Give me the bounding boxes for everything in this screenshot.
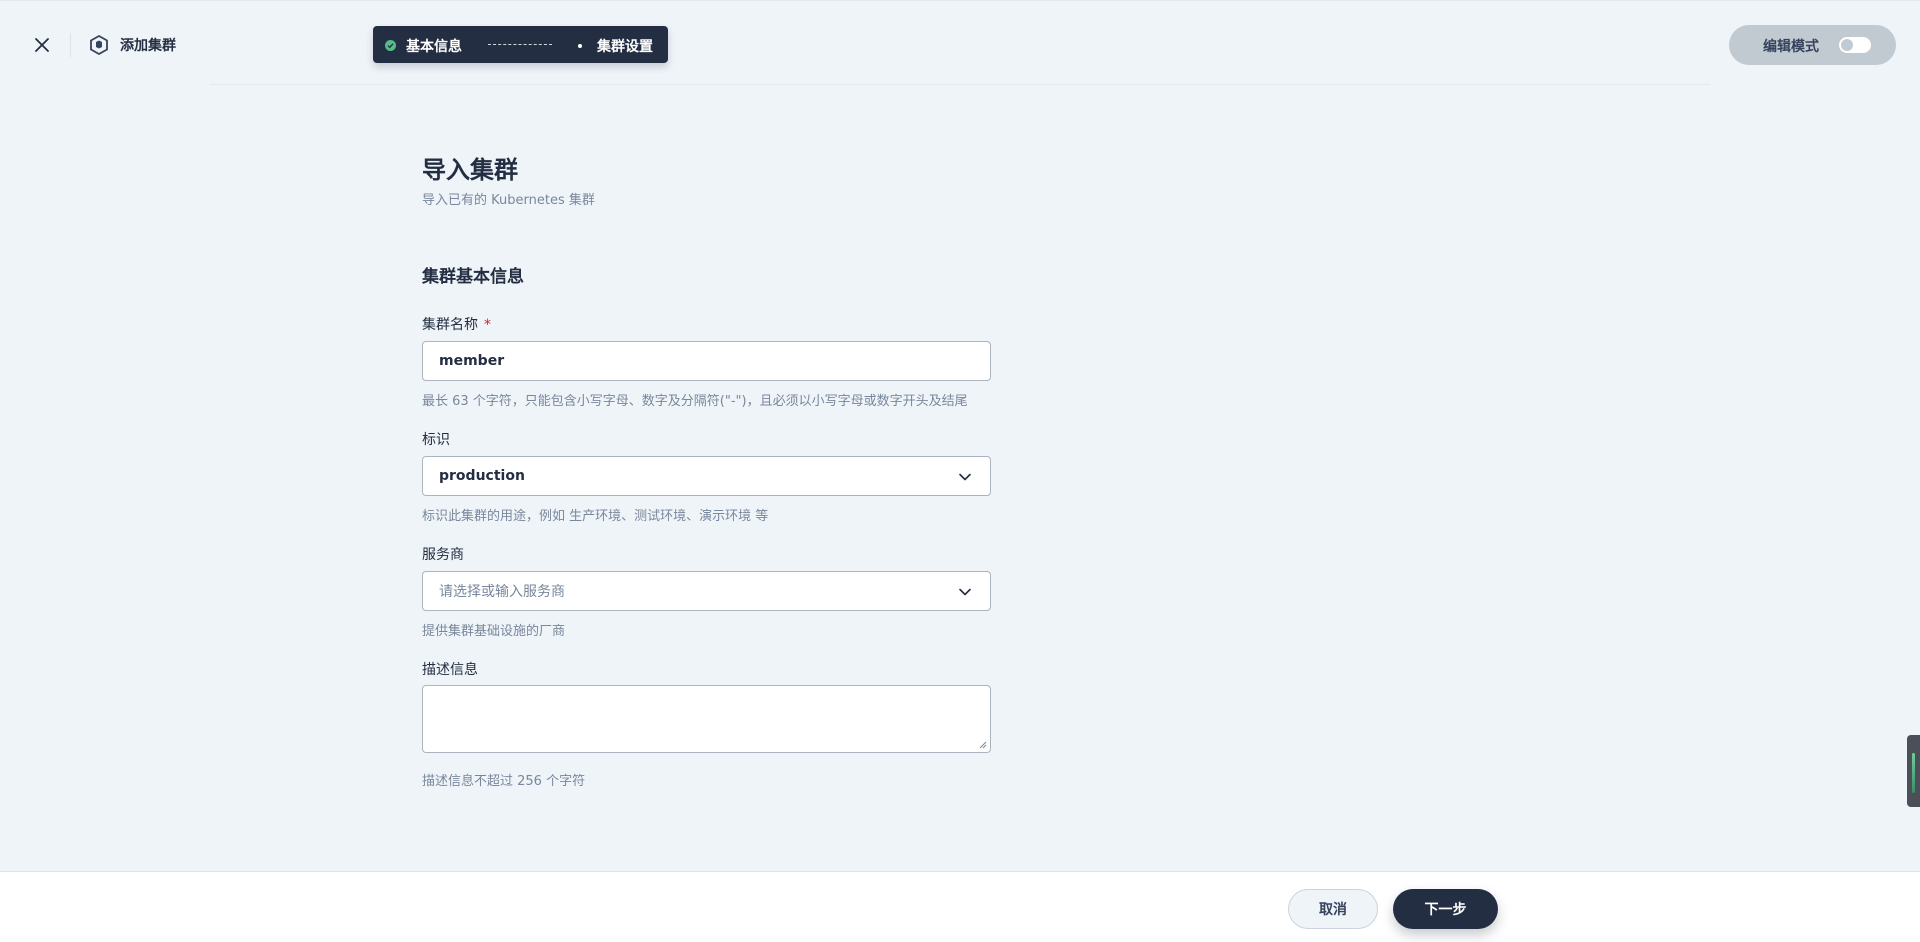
- tag-label: 标识: [422, 432, 450, 448]
- provider-select[interactable]: 请选择或输入服务商: [422, 571, 991, 611]
- section-title: 集群基本信息: [422, 267, 524, 287]
- toggle-knob: [1841, 39, 1853, 51]
- cluster-name-value: member: [439, 353, 505, 369]
- close-button[interactable]: [28, 31, 56, 59]
- cluster-name-hint: 最长 63 个字符，只能包含小写字母、数字及分隔符("-")，且必须以小写字母或…: [422, 394, 968, 409]
- edit-mode-toggle[interactable]: 编辑模式: [1729, 25, 1896, 65]
- chevron-down-icon: [959, 473, 971, 481]
- next-button[interactable]: 下一步: [1393, 889, 1498, 929]
- cluster-name-label: 集群名称 *: [422, 314, 491, 334]
- page-subtitle: 导入已有的 Kubernetes 集群: [422, 193, 595, 208]
- page-title: 导入集群: [422, 156, 518, 184]
- header-title: 添加集群: [120, 38, 176, 54]
- description-textarea[interactable]: [422, 685, 991, 753]
- cluster-name-label-text: 集群名称: [422, 317, 478, 333]
- tag-select-value: production: [439, 468, 525, 484]
- page-header: 添加集群 基本信息 集群设置 编辑模式: [0, 0, 1920, 84]
- close-icon: [35, 38, 49, 52]
- footer-bar: 取消 下一步: [0, 871, 1920, 942]
- cluster-icon: [90, 34, 108, 56]
- tag-select[interactable]: production: [422, 456, 991, 496]
- step-cluster-settings[interactable]: 集群设置: [597, 36, 653, 56]
- provider-label: 服务商: [422, 547, 464, 563]
- stepper: 基本信息 集群设置: [373, 26, 668, 63]
- edit-mode-label: 编辑模式: [1763, 39, 1819, 55]
- step-done-icon: [385, 40, 396, 51]
- step-current-dot: [578, 44, 582, 48]
- cancel-button[interactable]: 取消: [1288, 889, 1378, 929]
- side-panel-handle[interactable]: [1907, 735, 1920, 807]
- chevron-down-icon: [959, 588, 971, 596]
- step-connector: [488, 44, 552, 45]
- description-label: 描述信息: [422, 662, 478, 678]
- provider-hint: 提供集群基础设施的厂商: [422, 624, 566, 639]
- tag-hint: 标识此集群的用途，例如 生产环境、测试环境、演示环境 等: [422, 509, 769, 524]
- cluster-name-input[interactable]: member: [422, 341, 991, 381]
- description-hint: 描述信息不超过 256 个字符: [422, 774, 586, 789]
- side-handle-indicator: [1912, 753, 1915, 793]
- required-mark: *: [484, 317, 491, 333]
- toggle-switch[interactable]: [1839, 37, 1871, 53]
- header-bottom-line: [210, 84, 1710, 85]
- provider-placeholder: 请选择或输入服务商: [439, 584, 565, 600]
- header-divider: [70, 33, 71, 57]
- step-basic-info[interactable]: 基本信息: [406, 36, 462, 56]
- resize-grip-icon[interactable]: [979, 741, 987, 749]
